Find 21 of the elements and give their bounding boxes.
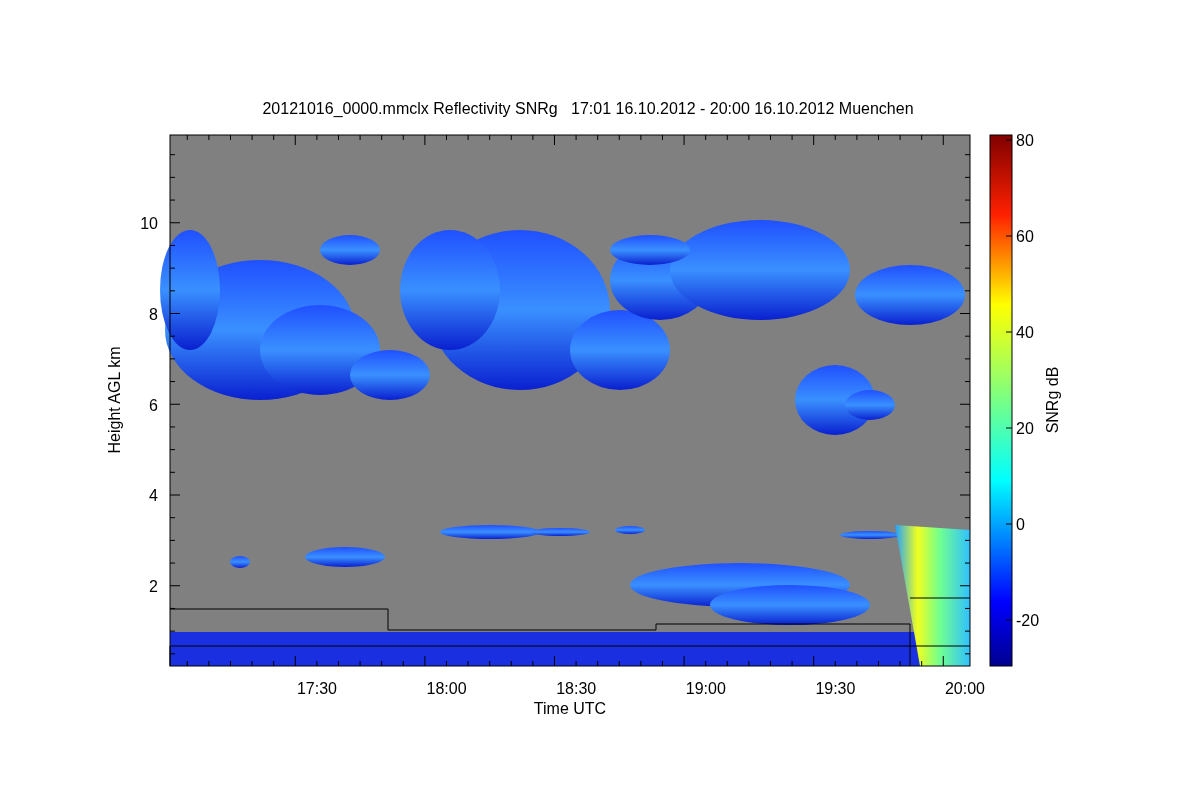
colorbar-label: SNRg dB	[1044, 366, 1061, 434]
colorbar-tick-label: 80	[1016, 132, 1034, 149]
x-tick-label: 17:30	[297, 680, 337, 697]
x-axis-label: Time UTC	[533, 700, 607, 717]
colorbar-tick-label: -20	[1016, 612, 1040, 629]
y-tick-label: 10	[140, 215, 158, 232]
x-tick-label: 18:00	[426, 680, 467, 697]
colorbar-tick-label: 0	[1016, 516, 1025, 533]
colorbar-tick-label: 20	[1016, 420, 1034, 437]
colorbar-tick-label: 60	[1016, 228, 1034, 245]
x-tick-label: 20:00	[945, 680, 985, 697]
y-tick-label: 6	[149, 396, 158, 414]
y-tick-label: 4	[149, 487, 158, 505]
y-axis-label: Height AGL km	[106, 346, 123, 454]
x-tick-label: 18:30	[556, 680, 597, 697]
colorbar-tick-label: 40	[1016, 324, 1034, 341]
x-tick-label: 19:00	[685, 680, 726, 697]
x-tick-label: 19:30	[815, 680, 856, 697]
y-tick-label: 8	[149, 305, 158, 323]
y-tick-label: 2	[149, 578, 158, 595]
chart-title: 20121016_0000.mmclx Reflectivity SNRg 17:01 16.10.2012 - 20:00 16.10.2012 Muenchen	[262, 100, 914, 117]
